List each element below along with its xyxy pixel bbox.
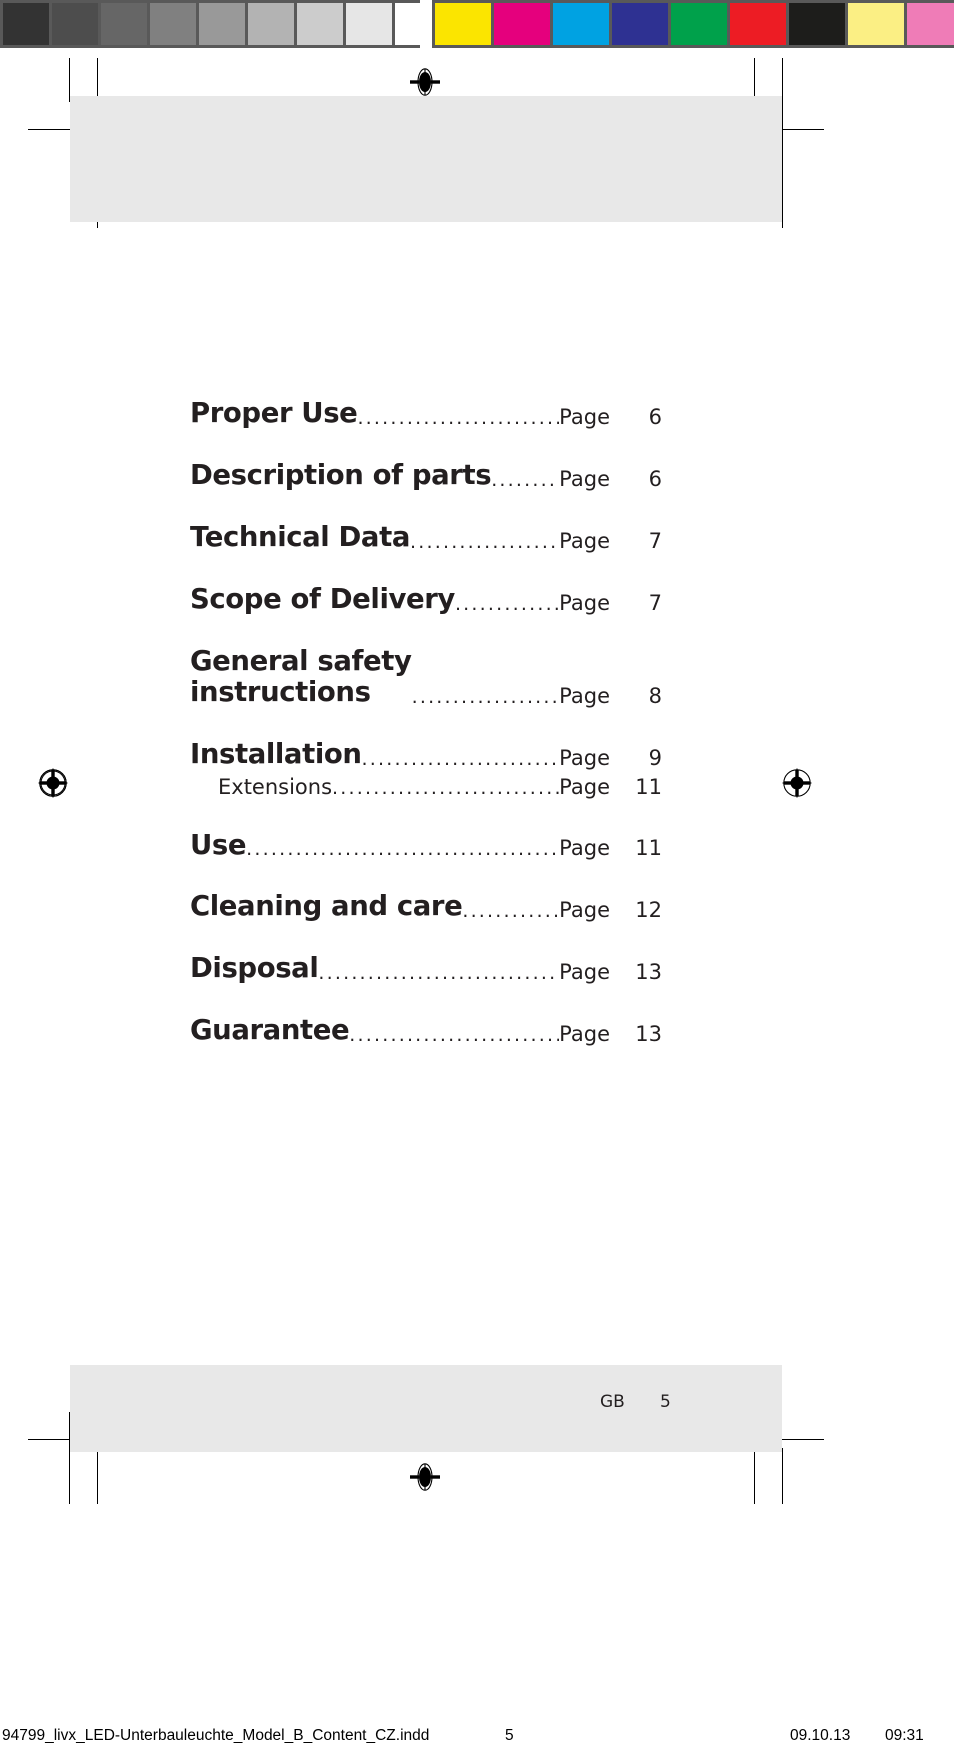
registration-mark-left [38,768,68,798]
slug-sheet-number: 5 [505,1727,514,1744]
color-swatch [789,3,845,45]
toc-leader-dots: ........................................… [349,1026,559,1046]
toc-page-label: Page [559,836,610,861]
color-swatch [435,3,491,45]
color-swatch [730,3,786,45]
crop-mark-bottom-right-vertical [782,1448,784,1504]
toc-page-label: Page [559,774,610,799]
toc-page-number: 6 [648,404,662,429]
toc-page-number: 9 [648,746,662,771]
toc-page-number: 13 [635,1022,662,1047]
toc-leader-dots: ........................................… [462,902,560,922]
color-swatch [199,3,245,45]
footer-language-code: GB [600,1392,625,1412]
slug-filename: 94799_livx_LED-Unterbauleuchte_Model_B_C… [2,1727,430,1744]
toc-entry-title: Disposal [190,952,319,985]
toc-page-label: Page [559,528,610,553]
toc-leader-dots: ........................................… [332,778,559,798]
toc-entry[interactable]: Technical Data..........................… [190,520,662,554]
toc-leader-dots: ........................................… [411,688,560,708]
toc-leader-dots: ........................................… [318,964,559,984]
color-swatch [907,3,954,45]
process-color-control-bar [432,0,954,48]
crop-mark-bottom-left-horizontal [28,1439,72,1441]
toc-page-number: 7 [648,528,662,553]
toc-entry[interactable]: Guarantee...............................… [190,1014,662,1047]
color-swatch [346,3,392,45]
prepress-slug-line: 94799_livx_LED-Unterbauleuchte_Model_B_C… [0,1727,954,1751]
toc-page-number: 8 [648,684,662,709]
toc-entry-title: Technical Data [190,520,410,553]
toc-page-label: Page [559,404,610,429]
color-swatch [612,3,668,45]
toc-entry[interactable]: General safety instructions.............… [190,644,662,710]
toc-entry-title: General safety instructions [190,644,412,709]
toc-entry[interactable]: Disposal................................… [190,952,662,985]
crop-mark-top-right-vertical [782,58,784,228]
crop-mark-top-right-horizontal [780,129,824,131]
toc-entry[interactable]: Installation............................… [190,738,662,771]
toc-entry-title: Scope of Delivery [190,582,455,615]
toc-page-label: Page [559,898,610,923]
toc-page-label: Page [559,746,610,771]
toc-entry[interactable]: Cleaning and care.......................… [190,891,662,923]
toc-entry-title: Description of parts [190,458,492,491]
toc-entry-title: Proper Use [190,397,358,429]
toc-page-label: Page [559,684,610,709]
toc-page-number: 12 [635,898,662,923]
color-swatch [52,3,98,45]
footer-page-number: 5 [660,1392,671,1412]
toc-page-label: Page [559,590,610,615]
toc-leader-dots: ........................................… [454,594,559,614]
toc-entry-title: Installation [190,738,362,771]
color-swatch [671,3,727,45]
toc-page-number: 7 [648,590,662,615]
registration-mark-top [410,67,440,97]
color-swatch [297,3,343,45]
crop-mark-bottom-right-horizontal [780,1439,824,1441]
toc-entry-title: Use [190,828,247,861]
toc-entry-title: Cleaning and care [190,890,463,923]
toc-page-label: Page [559,466,610,491]
crop-mark-top-left-horizontal [28,129,72,131]
grayscale-control-bar [0,0,441,48]
toc-entry[interactable]: Use.....................................… [190,828,662,862]
toc-leader-dots: ........................................… [357,408,560,428]
toc-page-number: 6 [648,466,662,491]
toc-page-number: 11 [635,774,662,799]
crop-mark-bottom-inner-vertical [97,1448,99,1504]
slug-time: 09:31 [885,1727,924,1744]
toc-entry[interactable]: Scope of Delivery.......................… [190,582,662,616]
toc-page-label: Page [559,1022,610,1047]
slug-date: 09.10.13 [790,1727,851,1744]
table-of-contents: Proper Use..............................… [190,397,662,1077]
toc-entry-title: Extensions [218,775,333,800]
color-swatch [101,3,147,45]
color-swatch [848,3,904,45]
toc-entry[interactable]: Extensions..............................… [190,775,662,799]
toc-page-number: 13 [635,960,662,985]
page-header-band [70,96,782,222]
prepress-control-bars [0,0,954,48]
toc-leader-dots: ........................................… [410,532,559,552]
toc-leader-dots: ........................................… [361,750,560,770]
registration-mark-bottom [410,1462,440,1492]
page-footer-band [70,1365,782,1452]
toc-leader-dots: ........................................… [491,470,559,490]
color-swatch [3,3,49,45]
toc-leader-dots: ........................................… [246,840,560,860]
toc-entry-title: Guarantee [190,1014,350,1047]
toc-page-label: Page [559,960,610,985]
toc-page-number: 11 [635,836,662,861]
registration-mark-right [782,768,812,798]
color-swatch [553,3,609,45]
color-swatch [150,3,196,45]
toc-entry[interactable]: Description of parts....................… [190,458,662,492]
color-swatch [494,3,550,45]
toc-entry[interactable]: Proper Use..............................… [190,397,662,430]
color-swatch [248,3,294,45]
